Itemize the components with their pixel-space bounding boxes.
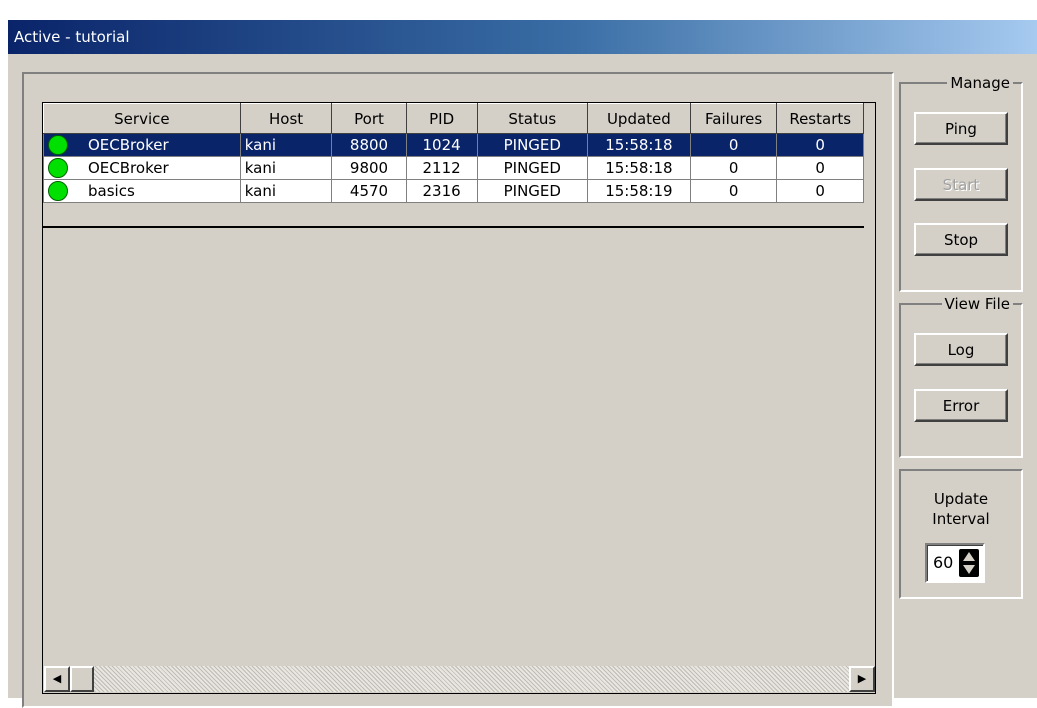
column-header-pid[interactable]: PID: [405, 103, 478, 134]
port-cell[interactable]: 4570: [331, 179, 407, 203]
service-name: OECBroker: [88, 159, 169, 177]
port-cell[interactable]: 9800: [331, 156, 407, 180]
green-status-icon: [48, 158, 68, 178]
table-bottom-border: [43, 226, 864, 228]
error-button[interactable]: Error: [914, 389, 1008, 422]
spinner-down-icon[interactable]: [963, 565, 975, 574]
table-row[interactable]: OECBroker kani 9800 2112 PINGED 15:58:18…: [43, 156, 864, 180]
update-interval-label-line2: Interval: [932, 510, 990, 528]
stop-button[interactable]: Stop: [914, 223, 1008, 256]
scroll-thumb[interactable]: [70, 666, 94, 692]
table-header-row: Service Host Port PID Status Updated Fai…: [43, 103, 864, 134]
column-header-updated[interactable]: Updated: [586, 103, 691, 134]
host-cell[interactable]: kani: [239, 156, 333, 180]
failures-cell[interactable]: 0: [689, 133, 778, 157]
spinner-arrows-icon[interactable]: [959, 549, 979, 577]
port-cell[interactable]: 8800: [331, 133, 407, 157]
updated-cell[interactable]: 15:58:18: [586, 156, 691, 180]
pid-cell[interactable]: 1024: [405, 133, 478, 157]
update-interval-label-line1: Update: [933, 490, 989, 508]
start-button[interactable]: Start: [914, 168, 1008, 201]
ping-button[interactable]: Ping: [914, 112, 1008, 145]
log-button[interactable]: Log: [914, 333, 1008, 366]
service-cell[interactable]: basics: [43, 179, 241, 203]
restarts-cell[interactable]: 0: [776, 156, 864, 180]
manage-group-label: Manage: [947, 74, 1013, 92]
column-header-service[interactable]: Service: [43, 103, 241, 134]
service-cell[interactable]: OECBroker: [43, 156, 241, 180]
window-title[interactable]: Active - tutorial: [8, 20, 1037, 54]
scroll-left-button[interactable]: ◀: [44, 666, 70, 692]
failures-cell[interactable]: 0: [689, 179, 778, 203]
green-status-icon: [48, 135, 68, 155]
update-interval-stepper[interactable]: 60: [925, 543, 985, 583]
view-file-group: View File Log Error: [899, 295, 1023, 458]
column-header-status[interactable]: Status: [476, 103, 588, 134]
pid-cell[interactable]: 2316: [405, 179, 478, 203]
table-row[interactable]: OECBroker kani 8800 1024 PINGED 15:58:18…: [43, 133, 864, 157]
horizontal-scrollbar[interactable]: ◀ ▶: [44, 666, 875, 692]
pid-cell[interactable]: 2112: [405, 156, 478, 180]
host-cell[interactable]: kani: [239, 133, 333, 157]
service-cell[interactable]: OECBroker: [43, 133, 241, 157]
green-status-icon: [48, 181, 68, 201]
column-header-host[interactable]: Host: [239, 103, 333, 134]
update-interval-value[interactable]: 60: [933, 553, 953, 572]
status-cell[interactable]: PINGED: [476, 156, 588, 180]
status-cell[interactable]: PINGED: [476, 133, 588, 157]
status-cell[interactable]: PINGED: [476, 179, 588, 203]
service-name: basics: [88, 182, 135, 200]
view-file-group-label: View File: [941, 295, 1013, 313]
manage-group: Manage Ping Start Stop: [899, 74, 1023, 292]
column-header-failures[interactable]: Failures: [689, 103, 778, 134]
column-header-port[interactable]: Port: [331, 103, 407, 134]
table-row[interactable]: basics kani 4570 2316 PINGED 15:58:19 0 …: [43, 179, 864, 203]
services-table: Service Host Port PID Status Updated Fai…: [43, 103, 864, 203]
spinner-up-icon[interactable]: [963, 552, 975, 561]
services-table-area: Service Host Port PID Status Updated Fai…: [42, 102, 876, 694]
restarts-cell[interactable]: 0: [776, 133, 864, 157]
app-window: Active - tutorial Service Host Port PID: [8, 20, 1037, 708]
column-header-restarts[interactable]: Restarts: [776, 103, 864, 134]
scroll-right-button[interactable]: ▶: [849, 666, 875, 692]
updated-cell[interactable]: 15:58:18: [586, 133, 691, 157]
failures-cell[interactable]: 0: [689, 156, 778, 180]
host-cell[interactable]: kani: [239, 179, 333, 203]
update-interval-group: Update Interval 60: [899, 469, 1023, 599]
restarts-cell[interactable]: 0: [776, 179, 864, 203]
updated-cell[interactable]: 15:58:19: [586, 179, 691, 203]
service-name: OECBroker: [88, 136, 169, 154]
